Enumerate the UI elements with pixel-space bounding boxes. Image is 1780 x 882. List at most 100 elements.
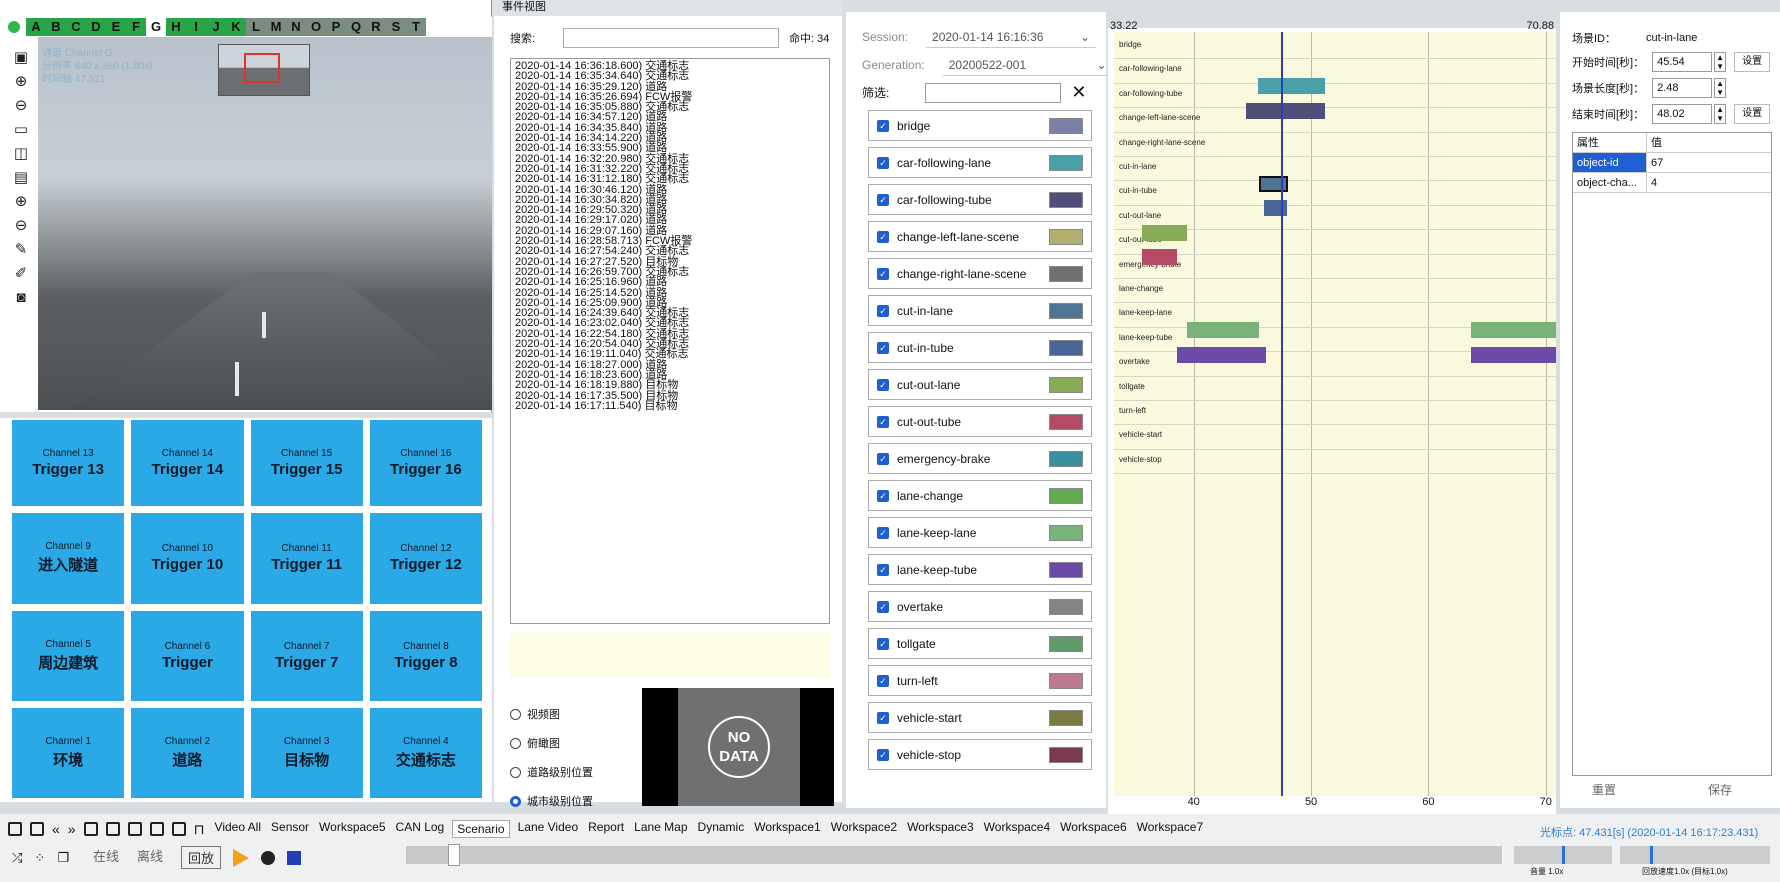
tag-item[interactable]: ✓ lane-keep-tube [868, 554, 1092, 585]
save-button[interactable]: 保存 [1688, 778, 1752, 802]
checkbox[interactable]: ✓ [877, 156, 889, 169]
timeline-bar[interactable] [1470, 322, 1556, 339]
mode-2[interactable]: 回放 [181, 846, 222, 869]
tag-item[interactable]: ✓ vehicle-stop [868, 739, 1092, 770]
tag-item[interactable]: ✓ cut-in-tube [868, 332, 1092, 363]
property-row[interactable]: object-cha... 4 [1573, 173, 1771, 193]
property-row[interactable]: object-id 67 [1573, 153, 1771, 173]
camera-icon[interactable]: ◙ [11, 288, 31, 308]
timeline-bar[interactable] [1258, 78, 1326, 95]
checkbox[interactable]: ✓ [877, 119, 889, 132]
tag-color-swatch[interactable] [1049, 154, 1083, 171]
checkbox[interactable]: ✓ [877, 452, 889, 465]
channel-letter-h[interactable]: H [166, 18, 186, 36]
event-item[interactable]: 2020-01-14 16:25:16.960) 道路 [515, 277, 825, 288]
radio-dot[interactable] [510, 795, 521, 807]
prev-icon[interactable]: « [52, 821, 60, 837]
trigger-button[interactable]: Channel 14 Trigger 14 [131, 420, 244, 507]
tab-workspace4[interactable]: Workspace4 [982, 820, 1052, 838]
tag-color-swatch[interactable] [1049, 561, 1083, 578]
length-spinner[interactable]: ▲ ▼ [1714, 78, 1727, 98]
checkbox[interactable]: ✓ [877, 415, 889, 428]
window-icon[interactable] [149, 822, 164, 836]
radio-dot[interactable] [510, 708, 521, 720]
tag-item[interactable]: ✓ turn-left [868, 665, 1092, 696]
tab-workspace3[interactable]: Workspace3 [905, 820, 975, 838]
tag-item[interactable]: ✓ cut-out-tube [868, 406, 1092, 437]
length-input[interactable]: 2.48 [1652, 78, 1713, 98]
checkbox[interactable]: ✓ [877, 637, 889, 650]
end-time-spinner[interactable]: ▲ ▼ [1714, 104, 1727, 124]
pen-alt-icon[interactable]: ✐ [11, 264, 31, 284]
minus-icon[interactable]: ⊖ [11, 216, 31, 236]
tag-color-swatch[interactable] [1049, 672, 1083, 689]
channel-letter-m[interactable]: M [266, 18, 286, 36]
checkbox[interactable]: ✓ [877, 600, 889, 613]
trigger-button[interactable]: Channel 12 Trigger 12 [369, 513, 482, 604]
channel-letter-q[interactable]: Q [346, 18, 366, 36]
trigger-button[interactable]: Channel 1 环境 [12, 707, 125, 798]
set-start-button[interactable]: 设置 [1734, 52, 1771, 72]
tag-item[interactable]: ✓ car-following-tube [868, 184, 1092, 215]
fit-icon[interactable]: ▭ [11, 120, 31, 140]
checkbox[interactable]: ✓ [877, 341, 889, 354]
speed-handle[interactable] [1650, 846, 1653, 864]
next-icon[interactable]: » [68, 821, 76, 837]
checkbox[interactable]: ✓ [877, 674, 889, 687]
timeline-bar[interactable] [1263, 200, 1288, 217]
checkbox[interactable]: ✓ [877, 267, 889, 280]
minimize-icon[interactable] [30, 822, 44, 836]
tag-color-swatch[interactable] [1049, 376, 1083, 393]
trigger-button[interactable]: Channel 8 Trigger 8 [369, 610, 482, 701]
reset-button[interactable]: 重置 [1572, 778, 1636, 802]
checkbox[interactable]: ✓ [877, 230, 889, 243]
edit-icon[interactable] [83, 822, 98, 836]
tag-color-swatch[interactable] [1049, 746, 1083, 763]
channel-letter-k[interactable]: K [226, 18, 246, 36]
checkbox[interactable]: ✓ [877, 489, 889, 502]
tag-item[interactable]: ✓ overtake [868, 591, 1092, 622]
channel-letter-l[interactable]: L [246, 18, 266, 36]
mode-0[interactable]: 在线 [93, 846, 119, 869]
save-icon[interactable] [105, 822, 120, 836]
tag-color-swatch[interactable] [1049, 265, 1083, 282]
speed-slider[interactable] [1620, 846, 1770, 864]
record-button[interactable] [261, 850, 276, 865]
search-input[interactable] [563, 28, 780, 48]
tab-workspace2[interactable]: Workspace2 [829, 820, 899, 838]
channel-letter-b[interactable]: B [46, 18, 66, 36]
tag-color-swatch[interactable] [1049, 117, 1083, 134]
view-mode-radio[interactable]: 视频图 [510, 706, 593, 722]
timeline-bar[interactable] [1177, 346, 1267, 363]
trigger-button[interactable]: Channel 6 Trigger [131, 610, 244, 701]
tag-item[interactable]: ✓ lane-change [868, 480, 1092, 511]
trigger-button[interactable]: Channel 15 Trigger 15 [250, 420, 363, 507]
tab-sensor[interactable]: Sensor [269, 820, 311, 838]
channel-letter-p[interactable]: P [326, 18, 346, 36]
view-mode-radio[interactable]: 道路级别位置 [510, 764, 593, 780]
trigger-button[interactable]: Channel 2 道路 [131, 707, 244, 798]
playback-progress[interactable] [406, 846, 1502, 864]
tag-item[interactable]: ✓ change-right-lane-scene [868, 258, 1092, 289]
channel-letter-c[interactable]: C [66, 18, 86, 36]
thumbnail-focus-box[interactable] [244, 53, 280, 83]
timeline-cursor[interactable] [1280, 32, 1283, 796]
trigger-button[interactable]: Channel 3 目标物 [250, 707, 363, 798]
tab-workspace1[interactable]: Workspace1 [752, 820, 822, 838]
timeline-bar[interactable] [1246, 102, 1325, 119]
tag-color-swatch[interactable] [1049, 635, 1083, 652]
event-item[interactable]: 2020-01-14 16:18:19.880) 目标物 [515, 380, 825, 391]
tag-color-swatch[interactable] [1049, 487, 1083, 504]
zoom-in-icon[interactable]: ⊕ [11, 72, 31, 92]
shuffle-icon[interactable]: ⤮ [12, 850, 22, 866]
open-icon[interactable] [127, 822, 142, 836]
event-list[interactable]: 2020-01-14 16:36:18.600) 交通标志 2020-01-14 … [510, 58, 830, 624]
trigger-button[interactable]: Channel 16 Trigger 16 [369, 420, 482, 507]
tag-item[interactable]: ✓ bridge [868, 110, 1092, 141]
channel-letter-r[interactable]: R [366, 18, 386, 36]
checkbox[interactable]: ✓ [877, 748, 889, 761]
trigger-button[interactable]: Channel 11 Trigger 11 [250, 513, 363, 604]
channel-letter-i[interactable]: I [186, 18, 206, 36]
session-select[interactable]: 2020-01-14 16:16:36 ⌄ [926, 26, 1097, 48]
grid-icon[interactable]: ⁘ [34, 850, 45, 866]
